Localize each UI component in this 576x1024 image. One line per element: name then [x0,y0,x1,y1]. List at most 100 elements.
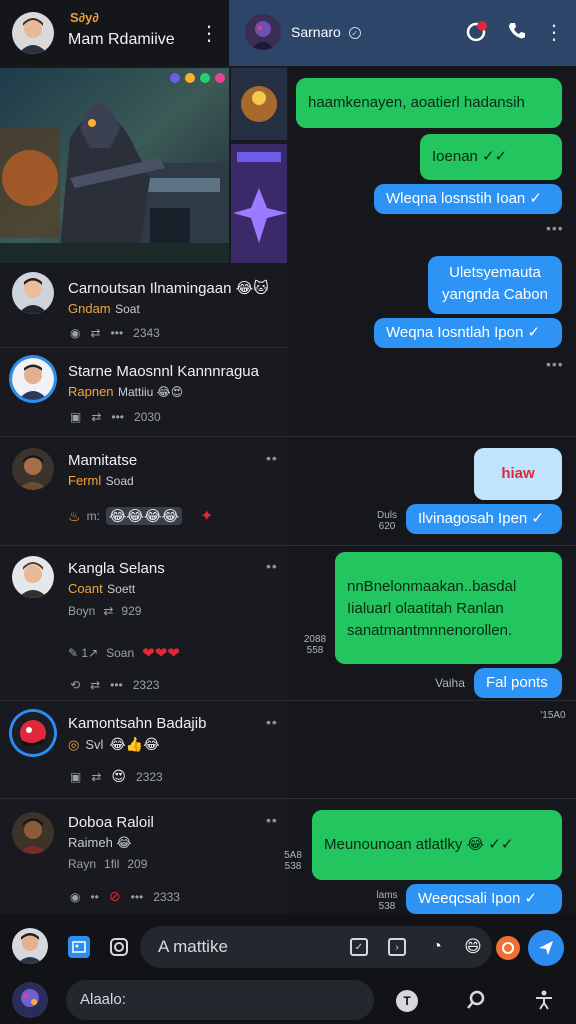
chat-avatar[interactable] [12,358,54,400]
gallery-icon[interactable] [68,936,90,958]
sparkle-icon: ✦ [200,508,214,525]
record-icon[interactable] [496,936,520,960]
send-button[interactable] [528,930,564,966]
chat-header: Sarnaro ✓ ⋮ [229,0,576,66]
more-icon[interactable]: •• [90,890,98,904]
more-horizontal-icon[interactable]: ••• [111,410,124,424]
message-bubble[interactable]: Ilvinagosah Ipen ✓ [406,504,562,534]
emoji-icon[interactable]: 😄 [462,936,484,958]
gif-icon[interactable]: ◔ [426,936,448,958]
chat-name[interactable]: Doboa Raloil [68,814,154,832]
chat-name[interactable]: Mamitatse [68,452,137,470]
more-horizontal-icon[interactable]: •• [266,714,278,730]
chat-sub2: Mattiiu 😂😍 [118,385,184,399]
share-icon[interactable]: ⇄ [91,410,101,424]
chat-sub2: 😂👍😂 [109,736,160,752]
hearts-icon: ❤❤❤ [142,645,180,662]
chat-name[interactable]: Carnoutsan Ilnamingaan 😂🐱 [68,279,269,298]
image-icon: ▣ [70,410,82,424]
profile-avatar[interactable] [12,982,48,1018]
more-horizontal-icon[interactable]: •• [266,450,278,466]
camera-icon[interactable] [108,936,130,958]
accessibility-icon[interactable] [532,988,556,1012]
message-time: 558 [306,645,324,656]
more-horizontal-icon[interactable]: ••• [111,326,124,340]
contact-avatar[interactable] [245,14,281,50]
sticker-icon[interactable]: ✓ [350,938,368,956]
chat-avatar[interactable] [12,272,54,314]
message-bubble[interactable]: Meunounoan atlatlky 😂 ✓✓ [312,810,562,880]
chat-avatar[interactable] [12,712,54,754]
more-horizontal-icon[interactable]: ••• [546,220,564,236]
translate-icon[interactable]: T [396,990,418,1012]
blocked-icon: ⊘ [108,888,121,904]
chat-sub: Rapnen [68,384,114,399]
message-bubble[interactable]: Ioenan ✓✓ [420,134,562,180]
chat-sub: Svl [85,737,104,752]
chat-sub: Gndam [68,301,111,316]
chat-extra: Soan [106,646,135,660]
link-icon[interactable]: ⟲ [70,678,80,692]
chat-avatar[interactable] [12,448,54,490]
share-icon[interactable]: ⇄ [103,604,113,618]
notification-icon[interactable] [466,20,488,42]
message-bubble[interactable]: haamkenayen, aoatierl hadansih [296,78,562,128]
shared-media-image[interactable] [0,68,229,263]
message-bubble[interactable]: Weeqcsali Ipon ✓ [406,884,562,914]
user-avatar[interactable] [12,12,54,54]
chat-sub: Raimeh 😂 [68,835,132,850]
chat-sub: Coant [68,581,103,596]
search-icon[interactable] [464,988,488,1012]
globe-icon: ◉ [70,326,81,340]
edit-icon[interactable]: ✎ 1↗ [68,646,98,660]
phone-icon[interactable] [506,20,528,42]
more-vertical-icon[interactable]: ⋮ [544,21,564,44]
message-bubble[interactable]: Weqna Iosntlah Ipon ✓ [374,318,562,348]
message-bubble[interactable]: Wleqna losnstih Ioan ✓ [374,184,562,214]
chat-sub2: Soad [105,474,134,488]
message-time: '15A0 [540,710,566,721]
share-icon[interactable]: ⇄ [90,326,100,340]
message-time: 620 [378,521,396,532]
share-icon[interactable]: ⇄ [91,770,101,784]
chat-meta: Rayn [68,857,97,871]
message-input[interactable]: A mattike ✓ › ◔ 😄 [140,926,492,968]
chat-meta2: 1fil [104,857,120,871]
chat-sub: Ferml [68,473,102,488]
chat-time: 2030 [134,410,161,424]
chat-time: 2333 [153,889,180,904]
fire-icon: ♨ [68,507,81,524]
chat-avatar[interactable] [12,556,54,598]
chat-name[interactable]: Starne Maosnnl Kannnragua [68,363,259,381]
chat-avatar[interactable] [12,812,54,854]
chat-sub2: Soat [115,302,140,316]
more-horizontal-icon[interactable]: ••• [110,678,123,692]
more-horizontal-icon[interactable]: ••• [131,890,144,904]
chat-name[interactable]: Kangla Selans [68,560,165,578]
image-icon: ▣ [70,769,82,784]
chat-count: 929 [121,604,142,618]
more-horizontal-icon[interactable]: •• [266,812,278,828]
more-vertical-icon[interactable]: ⋮ [199,22,219,45]
more-horizontal-icon[interactable]: •• [266,558,278,574]
search-input[interactable]: Alaalo: [66,980,374,1020]
message-bubble[interactable]: Fal ponts [474,668,562,698]
chat-meta3: 209 [127,857,148,871]
message-time: 538 [284,861,302,872]
message-bubble[interactable]: Uletsyemauta yangnda Cabon [428,256,562,314]
chat-name[interactable]: Kamontsahn Badajib [68,715,206,733]
user-avatar[interactable] [12,928,48,964]
more-horizontal-icon[interactable]: ••• [546,356,564,372]
share-icon[interactable]: ⇄ [90,678,100,692]
left-header: Ѕ∂y∂ Mam Rdamiive ⋮ [0,0,229,66]
emoji-strip: 😂😂😂😂 [105,507,183,525]
chat-time: 2323 [136,769,163,784]
shared-media-thumbnails[interactable] [231,68,287,263]
header-title: Mam Rdamiive [68,31,175,48]
file-icon[interactable]: › [388,938,406,956]
header-title-top: Ѕ∂y∂ [70,10,99,25]
message-bubble[interactable]: nnBnelonmaakan..basdal Iialuarl olaatitah… [335,552,562,664]
chat-meta: Boyn [68,604,96,618]
message-bubble[interactable]: hiaw [474,448,562,500]
message-time: 5A8 [284,850,302,861]
